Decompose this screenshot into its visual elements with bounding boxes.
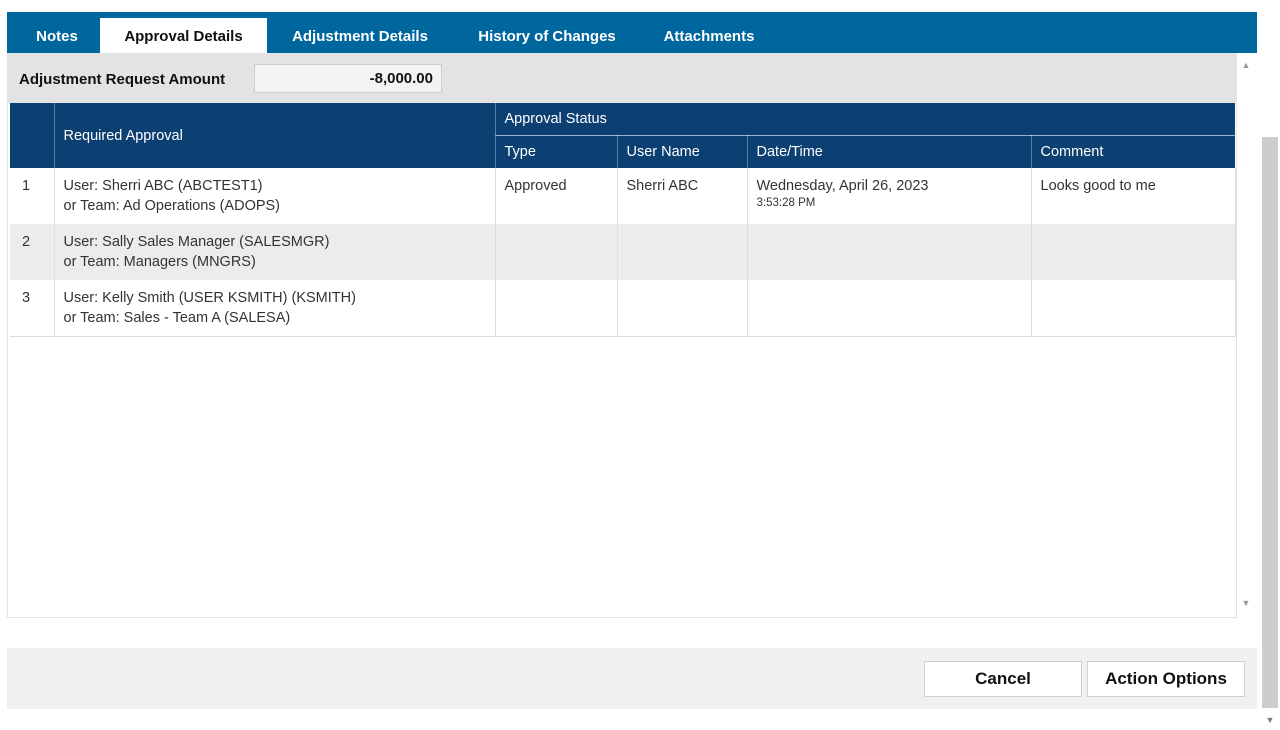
- cancel-button[interactable]: Cancel: [924, 661, 1082, 697]
- status-type: [495, 280, 618, 337]
- scroll-down-arrow-icon[interactable]: ▼: [1240, 598, 1252, 608]
- approval-details-panel: Adjustment Request Amount -8,000.00 Requ…: [7, 53, 1237, 618]
- approval-status-header: Approval Status: [495, 103, 1236, 136]
- status-date-time: [747, 280, 1032, 337]
- required-approval-cell: User: Kelly Smith (USER KSMITH) (KSMITH)…: [54, 280, 496, 337]
- approvals-table: Required Approval Approval Status Type U…: [10, 103, 1236, 337]
- status-time: 3:53:28 PM: [756, 197, 816, 209]
- tab-approval-details[interactable]: Approval Details: [100, 18, 267, 53]
- date-time-header: Date/Time: [747, 135, 1032, 168]
- table-row[interactable]: 2 User: Sally Sales Manager (SALESMGR) o…: [10, 224, 1236, 280]
- required-approval-cell: User: Sally Sales Manager (SALESMGR) or …: [54, 224, 496, 280]
- status-type: [495, 224, 618, 280]
- status-user-name: [617, 280, 748, 337]
- required-approval-cell: User: Sherri ABC (ABCTEST1) or Team: Ad …: [54, 168, 496, 224]
- amount-field: -8,000.00: [254, 64, 442, 93]
- status-comment: [1031, 280, 1236, 337]
- approval-user: User: Sally Sales Manager (SALESMGR): [63, 234, 330, 250]
- page-scrollbar-thumb[interactable]: [1262, 137, 1278, 708]
- status-type: Approved: [495, 168, 618, 224]
- tab-bar: Notes Approval Details Adjustment Detail…: [7, 12, 1257, 53]
- tab-adjustment-details[interactable]: Adjustment Details: [269, 18, 451, 53]
- page-scroll-down-arrow-icon[interactable]: ▼: [1263, 715, 1277, 725]
- status-user-name: [617, 224, 748, 280]
- row-number: 2: [10, 224, 55, 280]
- row-number: 3: [10, 280, 55, 337]
- scroll-up-arrow-icon[interactable]: ▲: [1240, 60, 1252, 70]
- user-name-header: User Name: [617, 135, 748, 168]
- amount-bar: Adjustment Request Amount -8,000.00: [8, 53, 1236, 103]
- status-comment: [1031, 224, 1236, 280]
- required-approval-header: Required Approval: [54, 103, 496, 168]
- action-options-button[interactable]: Action Options: [1087, 661, 1245, 697]
- approval-team: or Team: Sales - Team A (SALESA): [63, 310, 291, 326]
- table-row[interactable]: 3 User: Kelly Smith (USER KSMITH) (KSMIT…: [10, 280, 1236, 337]
- row-number: 1: [10, 168, 55, 224]
- status-comment: Looks good to me: [1031, 168, 1236, 224]
- approval-team: or Team: Ad Operations (ADOPS): [63, 198, 281, 214]
- approval-user: User: Kelly Smith (USER KSMITH) (KSMITH): [63, 290, 356, 306]
- amount-label: Adjustment Request Amount: [19, 71, 226, 88]
- type-header: Type: [495, 135, 618, 168]
- status-date: Wednesday, April 26, 2023: [756, 178, 929, 194]
- comment-header: Comment: [1031, 135, 1236, 168]
- footer-bar: Cancel Action Options: [7, 648, 1257, 709]
- tab-attachments[interactable]: Attachments: [646, 18, 772, 53]
- table-row[interactable]: 1 User: Sherri ABC (ABCTEST1) or Team: A…: [10, 168, 1236, 224]
- row-number-header: [10, 103, 55, 168]
- approval-team: or Team: Managers (MNGRS): [63, 254, 256, 270]
- approval-user: User: Sherri ABC (ABCTEST1): [63, 178, 263, 194]
- status-user-name: Sherri ABC: [617, 168, 748, 224]
- status-date-time: Wednesday, April 26, 2023 3:53:28 PM: [747, 168, 1032, 224]
- tab-history-of-changes[interactable]: History of Changes: [456, 18, 638, 53]
- status-date-time: [747, 224, 1032, 280]
- tab-notes[interactable]: Notes: [14, 18, 100, 53]
